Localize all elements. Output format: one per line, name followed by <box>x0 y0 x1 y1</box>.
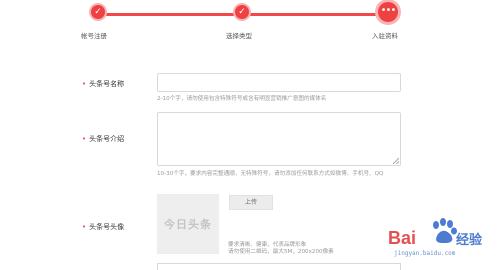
account-intro-textarea[interactable] <box>157 112 401 166</box>
intro-hint: 10-30个字，要求内容完整通顺，无特殊符号，请勿添加任何联系方式如微博、手机号… <box>157 171 384 177</box>
required-mark: • <box>82 135 87 143</box>
name-label-text: 头条号名称 <box>89 80 125 88</box>
step-1-check-icon: ✓ <box>91 5 105 19</box>
avatar-field-label: • 头条号头像 <box>82 222 124 232</box>
avatar-placeholder-logo: 今日头条 <box>164 218 212 231</box>
intro-label-text: 头条号介绍 <box>89 135 125 143</box>
svg-text:Bai: Bai <box>388 228 416 248</box>
name-hint: 2-10个字，请勿使用包含特殊符号或含有明显营销推广意图的媒体名 <box>157 96 327 102</box>
account-name-input[interactable] <box>157 73 401 92</box>
avatar-preview: 今日头条 <box>157 194 219 254</box>
required-mark: • <box>82 80 87 88</box>
required-mark: • <box>82 223 87 231</box>
name-field-label: • 头条号名称 <box>82 79 124 89</box>
step-label-account-register: 帐号注册 <box>81 32 107 40</box>
upload-avatar-button[interactable]: 上传 <box>229 195 273 210</box>
avatar-hint-line-2: 请勿使用二维码，最大5M，200x200像素 <box>228 249 334 255</box>
intro-field-label: • 头条号介绍 <box>82 134 124 144</box>
registration-page: ✓ ✓ ••• 帐号注册 选择类型 入驻资料 • 头条号名称 2-10个字，请勿使… <box>0 0 500 270</box>
step-label-profile-info: 入驻资料 <box>372 32 398 40</box>
resize-grip-icon[interactable] <box>393 158 399 164</box>
watermark-url: jingyan.baidu.com <box>394 250 456 257</box>
step-2-check-icon: ✓ <box>235 5 249 19</box>
step-label-choose-type: 选择类型 <box>226 32 252 40</box>
svg-text:经验: 经验 <box>456 232 483 248</box>
step-3-more-dots-icon: ••• <box>378 2 398 22</box>
avatar-label-text: 头条号头像 <box>89 223 125 231</box>
next-field-input[interactable] <box>157 263 401 270</box>
